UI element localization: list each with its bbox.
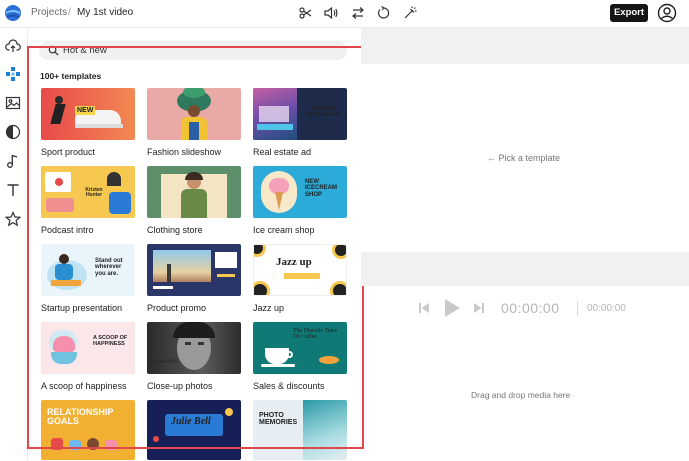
thumbnail-title: Julie Bell <box>171 416 211 427</box>
favorites-icon[interactable] <box>5 211 21 227</box>
template-card-ice-cream-shop[interactable]: NEW ICECREAM SHOP Ice cream shop <box>253 166 347 235</box>
music-icon[interactable] <box>5 153 21 169</box>
template-count: 100+ templates <box>40 71 102 81</box>
template-card-label: Sport product <box>41 147 96 157</box>
template-card-clothing-store[interactable]: Clothing store <box>147 166 241 235</box>
media-icon[interactable] <box>5 95 21 111</box>
template-card-podcast-intro[interactable]: Kristen Hunter Podcast intro <box>41 166 135 235</box>
search-query[interactable]: Hot & new <box>63 45 107 56</box>
template-card-photo-memories[interactable]: PHOTO MEMORIES <box>253 400 347 460</box>
template-card-label: Product promo <box>147 303 207 313</box>
template-thumbnail[interactable]: MODERN PENTHOUSE <box>253 88 347 140</box>
thumbnail-title: Kristen Hunter <box>85 187 103 199</box>
preview-header-bar <box>361 28 689 64</box>
template-card-a-scoop-of-happiness[interactable]: A SCOOP OF HAPPINESS A scoop of happines… <box>41 322 135 391</box>
account-icon[interactable] <box>657 3 677 23</box>
template-card-fashion-slideshow[interactable]: Fashion slideshow <box>147 88 241 157</box>
top-bar: Projects / My 1st video Export <box>0 0 689 28</box>
template-card-label: Real estate ad <box>253 147 312 157</box>
template-card-product-promo[interactable]: Product promo <box>147 244 241 313</box>
upload-icon[interactable] <box>5 38 21 54</box>
template-card-label: Clothing store <box>147 225 203 235</box>
transitions-icon[interactable] <box>5 124 21 140</box>
template-card-label: Ice cream shop <box>253 225 315 235</box>
template-thumbnail[interactable] <box>147 244 241 296</box>
template-card-sales-discounts[interactable]: The Historic Tales Of Coffee Sales & dis… <box>253 322 347 391</box>
template-thumbnail[interactable]: CLOSE-UPS <box>147 322 241 374</box>
template-thumbnail[interactable]: Jazz up <box>253 244 347 296</box>
template-thumbnail[interactable]: A SCOOP OF HAPPINESS <box>41 322 135 374</box>
template-card-video-producer[interactable]: Julie Bell <box>147 400 241 460</box>
current-time: 00:00:00 <box>501 300 560 316</box>
template-thumbnail[interactable]: Kristen Hunter <box>41 166 135 218</box>
app-logo-icon[interactable] <box>4 4 22 22</box>
template-thumbnail[interactable] <box>147 166 241 218</box>
timeline-header-bar <box>361 252 689 286</box>
rotate-icon[interactable] <box>376 5 392 21</box>
breadcrumb-separator: / <box>68 7 71 18</box>
template-card-label: Close-up photos <box>147 381 213 391</box>
skip-forward-icon[interactable] <box>474 302 484 314</box>
thumbnail-title: NEW ICECREAM SHOP <box>305 179 338 198</box>
template-card-label: Fashion slideshow <box>147 147 222 157</box>
template-thumbnail[interactable]: The Historic Tales Of Coffee <box>253 322 347 374</box>
thumbnail-badge: NEW <box>75 106 96 116</box>
project-title[interactable]: My 1st video <box>77 7 133 18</box>
template-card-label: Jazz up <box>253 303 285 313</box>
thumbnail-title: RELATIONSHIP GOALS <box>47 407 114 427</box>
total-time: 00:00:00 <box>587 303 626 314</box>
template-card-sport-product[interactable]: NEW Sport product <box>41 88 135 157</box>
thumbnail-title: The Historic Tales Of Coffee <box>293 328 338 341</box>
scissors-icon[interactable] <box>298 5 314 21</box>
magic-wand-icon[interactable] <box>402 5 418 21</box>
breadcrumb-projects[interactable]: Projects <box>31 7 67 18</box>
template-card-jazz-up[interactable]: Jazz up Jazz up <box>253 244 347 313</box>
time-divider <box>577 301 578 316</box>
skip-back-icon[interactable] <box>419 302 429 314</box>
template-thumbnail[interactable]: RELATIONSHIP GOALS <box>41 400 135 460</box>
thumbnail-title: MODERN PENTHOUSE <box>306 106 340 118</box>
template-thumbnail[interactable]: NEW <box>41 88 135 140</box>
template-thumbnail[interactable]: PHOTO MEMORIES <box>253 400 347 460</box>
template-search-bar[interactable]: Hot & new <box>39 41 347 60</box>
template-card-startup-presentation[interactable]: Stand out wherever you are. Startup pres… <box>41 244 135 313</box>
pick-template-hint: ← Pick a template <box>487 153 561 163</box>
template-card-label: Podcast intro <box>41 225 94 235</box>
template-thumbnail[interactable]: NEW ICECREAM SHOP <box>253 166 347 218</box>
thumbnail-title: PHOTO MEMORIES <box>259 412 298 427</box>
template-card-label: Startup presentation <box>41 303 123 313</box>
export-button[interactable]: Export <box>610 4 648 22</box>
template-card-real-estate-ad[interactable]: MODERN PENTHOUSE Real estate ad <box>253 88 347 157</box>
thumbnail-title: CLOSE-UPS <box>151 360 178 365</box>
thumbnail-title: Stand out wherever you are. <box>95 258 123 277</box>
text-icon[interactable] <box>5 182 21 198</box>
media-drop-hint[interactable]: Drag and drop media here <box>471 390 570 400</box>
template-card-close-up-photos[interactable]: CLOSE-UPS Close-up photos <box>147 322 241 391</box>
thumbnail-title: A SCOOP OF HAPPINESS <box>93 335 128 347</box>
template-thumbnail[interactable] <box>147 88 241 140</box>
volume-icon[interactable] <box>323 5 339 21</box>
swap-icon[interactable] <box>350 5 366 21</box>
search-icon <box>48 45 59 56</box>
left-toolbar <box>0 28 28 461</box>
template-card-label: Sales & discounts <box>253 381 325 391</box>
templates-icon[interactable] <box>5 66 21 82</box>
template-thumbnail[interactable]: Stand out wherever you are. <box>41 244 135 296</box>
template-card-label: A scoop of happiness <box>41 381 127 391</box>
template-panel: Hot & new 100+ templates NEW Sport produ… <box>29 28 360 461</box>
template-card-relationship-goals[interactable]: RELATIONSHIP GOALS <box>41 400 135 460</box>
template-thumbnail[interactable]: Julie Bell <box>147 400 241 460</box>
play-icon[interactable] <box>443 298 461 318</box>
thumbnail-title: Jazz up <box>276 256 312 268</box>
